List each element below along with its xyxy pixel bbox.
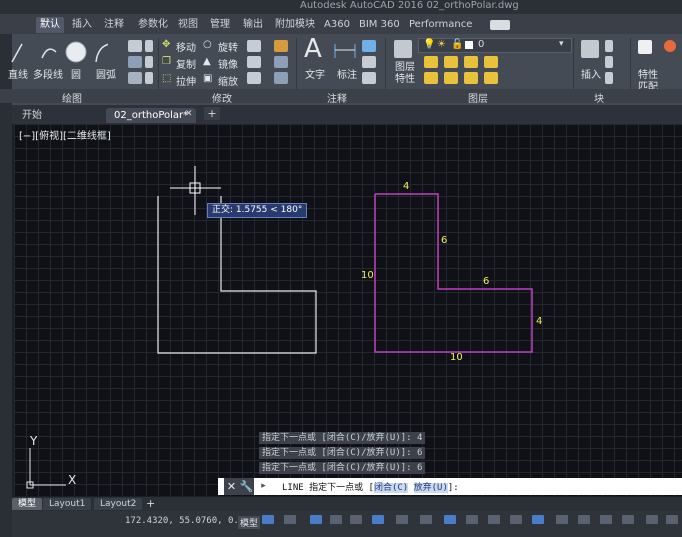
command-line[interactable]: ✕ 🔧 ▸ LINE 指定下一点或 [闭合(C) 放弃(U)]: bbox=[218, 478, 682, 495]
magenta-l-shape bbox=[374, 193, 533, 353]
selection-cycling-icon[interactable] bbox=[466, 515, 478, 524]
model-space-button[interactable]: 模型 bbox=[238, 516, 261, 529]
tab-layout2[interactable]: Layout2 bbox=[94, 498, 143, 510]
annotation-visibility-icon[interactable] bbox=[510, 515, 522, 524]
polar-icon[interactable] bbox=[330, 515, 342, 524]
command-prefix: LINE 指定下一点或 [ bbox=[282, 483, 374, 493]
undo-option[interactable]: 放弃(U) bbox=[413, 483, 448, 493]
dim-label-inner-horizontal: 6 bbox=[483, 276, 490, 287]
tab-model[interactable]: 模型 bbox=[12, 498, 43, 510]
command-suffix: ]: bbox=[447, 483, 459, 493]
dim-label-inner-vertical: 6 bbox=[441, 235, 448, 246]
isolate-objects-icon[interactable] bbox=[646, 515, 658, 524]
otrack-icon[interactable] bbox=[396, 515, 408, 524]
workspace-icon[interactable] bbox=[532, 515, 544, 524]
isodraft-icon[interactable] bbox=[350, 515, 362, 524]
command-history-line: 指定下一点或 [闭合(C)/放弃(U)]: 6 bbox=[259, 462, 426, 474]
dim-label-left: 10 bbox=[361, 270, 374, 281]
lineweight-icon[interactable] bbox=[420, 515, 432, 524]
ucs-x-label: X bbox=[68, 473, 77, 487]
quick-properties-icon[interactable] bbox=[600, 515, 612, 524]
tab-layout1[interactable]: Layout1 bbox=[43, 498, 92, 510]
customization-menu-icon[interactable] bbox=[666, 515, 678, 524]
dim-label-bottom: 10 bbox=[450, 352, 463, 363]
ortho-tooltip: 正交: 1.5755 < 180° bbox=[207, 203, 308, 218]
recent-commands-icon[interactable]: ▸ bbox=[256, 478, 271, 495]
dim-label-top: 4 bbox=[403, 181, 410, 192]
ucs-y-label: Y bbox=[30, 434, 38, 448]
osnap-icon[interactable] bbox=[372, 515, 384, 524]
lock-ui-icon[interactable] bbox=[622, 515, 634, 524]
annotation-scale-icon[interactable] bbox=[488, 515, 500, 524]
transparency-icon[interactable] bbox=[444, 515, 456, 524]
add-layout-icon[interactable]: + bbox=[146, 497, 155, 510]
close-option[interactable]: 闭合(C) bbox=[373, 483, 409, 493]
close-icon[interactable]: ✕ bbox=[224, 478, 239, 495]
command-history-line: 指定下一点或 [闭合(C)/放弃(U)]: 4 bbox=[259, 432, 426, 444]
grid-icon[interactable] bbox=[262, 515, 274, 524]
units-icon[interactable] bbox=[578, 515, 590, 524]
command-history-line: 指定下一点或 [闭合(C)/放弃(U)]: 6 bbox=[259, 447, 426, 459]
white-l-shape bbox=[157, 196, 317, 354]
dim-label-right: 4 bbox=[536, 316, 543, 327]
ortho-icon[interactable] bbox=[310, 515, 322, 524]
command-prompt[interactable]: LINE 指定下一点或 [闭合(C) 放弃(U)]: bbox=[282, 480, 459, 493]
annotation-monitor-icon[interactable] bbox=[556, 515, 568, 524]
snap-icon[interactable] bbox=[284, 515, 296, 524]
wrench-icon[interactable]: 🔧 bbox=[239, 478, 254, 495]
